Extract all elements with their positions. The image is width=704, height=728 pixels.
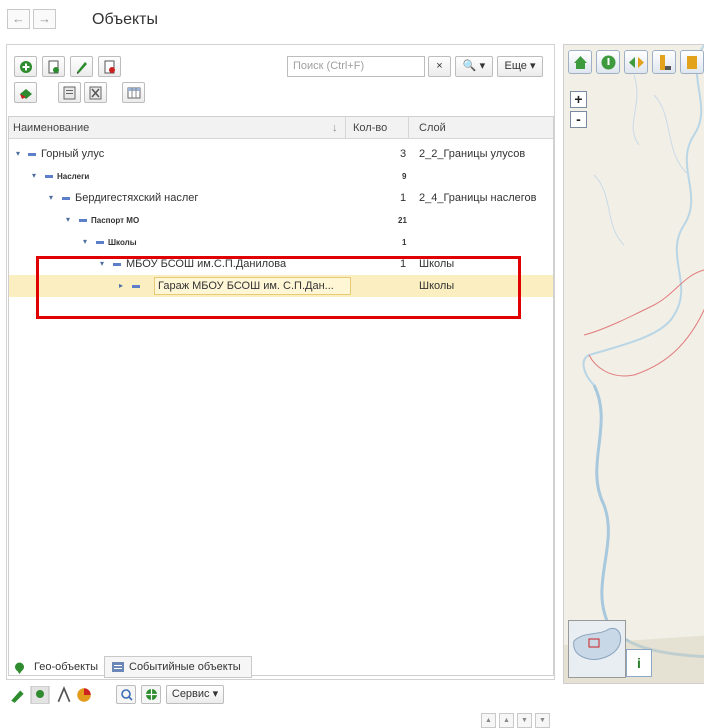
document-delete-button[interactable] <box>84 82 107 103</box>
polygon-tool-icon[interactable] <box>74 686 94 704</box>
expand-icon[interactable]: ▾ <box>66 215 70 224</box>
table-settings-button[interactable] <box>122 82 145 103</box>
map-pin-icon <box>15 662 24 674</box>
edit-button[interactable] <box>70 56 93 77</box>
zoom-in-button[interactable]: + <box>570 91 587 108</box>
document-button[interactable] <box>58 82 81 103</box>
point-tool-icon[interactable] <box>30 686 50 704</box>
list-icon <box>112 662 124 672</box>
column-count-header[interactable]: Кол-во <box>353 122 387 134</box>
clear-search-button[interactable]: × <box>428 56 451 77</box>
delete-button[interactable] <box>98 56 121 77</box>
copy-button[interactable] <box>42 56 65 77</box>
select-on-map-button[interactable] <box>14 82 37 103</box>
column-layer-header[interactable]: Слой <box>419 122 446 134</box>
zoom-out-button[interactable]: - <box>570 111 587 128</box>
home-map-button[interactable] <box>568 50 592 74</box>
objects-tree-table: Наименование ↓ Кол-во Слой ▾ Горный улус… <box>8 116 554 728</box>
layers-map-button[interactable] <box>680 50 704 74</box>
row-count: 1 <box>402 238 407 247</box>
service-menu-button[interactable]: Сервис ▾ <box>166 685 224 704</box>
layers-icon <box>687 56 697 69</box>
table-header: Наименование ↓ Кол-во Слой <box>9 117 553 139</box>
map-info-button[interactable]: i <box>626 649 652 677</box>
object-icon <box>96 241 104 244</box>
line-tool-icon[interactable] <box>54 686 74 704</box>
search-map-button[interactable] <box>116 685 136 704</box>
more-button[interactable]: Еще ▾ <box>497 56 543 77</box>
info-circle-icon <box>601 55 616 70</box>
pencil-tool-icon[interactable] <box>8 686 28 704</box>
expand-icon[interactable]: ▾ <box>32 171 36 180</box>
table-icon <box>127 87 141 99</box>
object-icon <box>28 153 36 156</box>
forward-button[interactable]: → <box>33 9 56 29</box>
object-icon <box>79 219 87 222</box>
copy-icon <box>48 60 59 74</box>
page-title: Объекты <box>92 11 158 28</box>
scroll-top-button[interactable]: ▲ <box>481 713 496 728</box>
row-name: Бердигестяхский наслег <box>75 192 199 204</box>
row-name: Паспорт МО <box>91 216 140 225</box>
row-count: 9 <box>402 172 407 181</box>
highlight-annotation <box>36 256 521 319</box>
row-layer: 2_2_Границы улусов <box>419 148 526 160</box>
row-name: Наслеги <box>57 172 90 181</box>
tab-geo-objects[interactable]: Гео-объекты <box>10 657 98 679</box>
overview-minimap[interactable] <box>568 620 626 678</box>
row-count: 21 <box>398 216 407 225</box>
search-button[interactable]: 🔍 ▾ <box>455 56 493 77</box>
home-icon <box>574 56 587 69</box>
sort-indicator: ↓ <box>332 122 338 134</box>
row-name: Горный улус <box>41 148 105 160</box>
expand-icon[interactable]: ▾ <box>49 193 53 202</box>
ruler-icon <box>660 55 671 70</box>
object-icon <box>45 175 53 178</box>
row-layer: 2_4_Границы наслегов <box>419 192 537 204</box>
expand-icon[interactable]: ▾ <box>16 149 20 158</box>
document-delete-icon <box>89 86 102 100</box>
crosshair-button[interactable] <box>141 685 161 704</box>
scroll-bottom-button[interactable]: ▼ <box>535 713 550 728</box>
delete-icon <box>104 60 115 74</box>
pan-map-button[interactable] <box>624 50 648 74</box>
tab-event-objects[interactable]: Событийные объекты <box>104 656 252 678</box>
add-icon <box>20 61 32 73</box>
column-name-header[interactable]: Наименование <box>13 122 89 134</box>
pan-arrows-icon <box>629 57 644 68</box>
scroll-up-button[interactable]: ▲ <box>499 713 514 728</box>
expand-icon[interactable]: ▾ <box>83 237 87 246</box>
table-row[interactable]: ▾ Наслеги 9 <box>9 165 553 187</box>
objects-panel: Поиск (Ctrl+F) × 🔍 ▾ Еще ▾ Наименование … <box>6 44 555 728</box>
search-icon <box>121 689 133 701</box>
info-map-button[interactable] <box>596 50 620 74</box>
crosshair-icon <box>146 689 157 700</box>
map-canvas <box>564 45 704 683</box>
measure-map-button[interactable] <box>652 50 676 74</box>
table-row[interactable]: ▾ Паспорт МО 21 <box>9 209 553 231</box>
search-input[interactable]: Поиск (Ctrl+F) <box>287 56 425 77</box>
back-button[interactable]: ← <box>7 9 30 29</box>
table-row[interactable]: ▾ Школы 1 <box>9 231 553 253</box>
table-row[interactable]: ▾ Бердигестяхский наслег 1 2_4_Границы н… <box>9 187 553 209</box>
row-name: Школы <box>108 238 137 247</box>
map-select-icon <box>20 89 32 99</box>
row-count: 1 <box>400 192 407 204</box>
add-button[interactable] <box>14 56 37 77</box>
table-row[interactable]: ▾ Горный улус 3 2_2_Границы улусов <box>9 143 553 165</box>
map-view[interactable]: + - i <box>563 44 704 684</box>
scroll-down-button[interactable]: ▼ <box>517 713 532 728</box>
object-icon <box>62 197 70 200</box>
row-count: 3 <box>400 148 407 160</box>
document-icon <box>63 86 76 100</box>
minimap-canvas <box>573 627 622 660</box>
pencil-icon <box>77 62 87 74</box>
